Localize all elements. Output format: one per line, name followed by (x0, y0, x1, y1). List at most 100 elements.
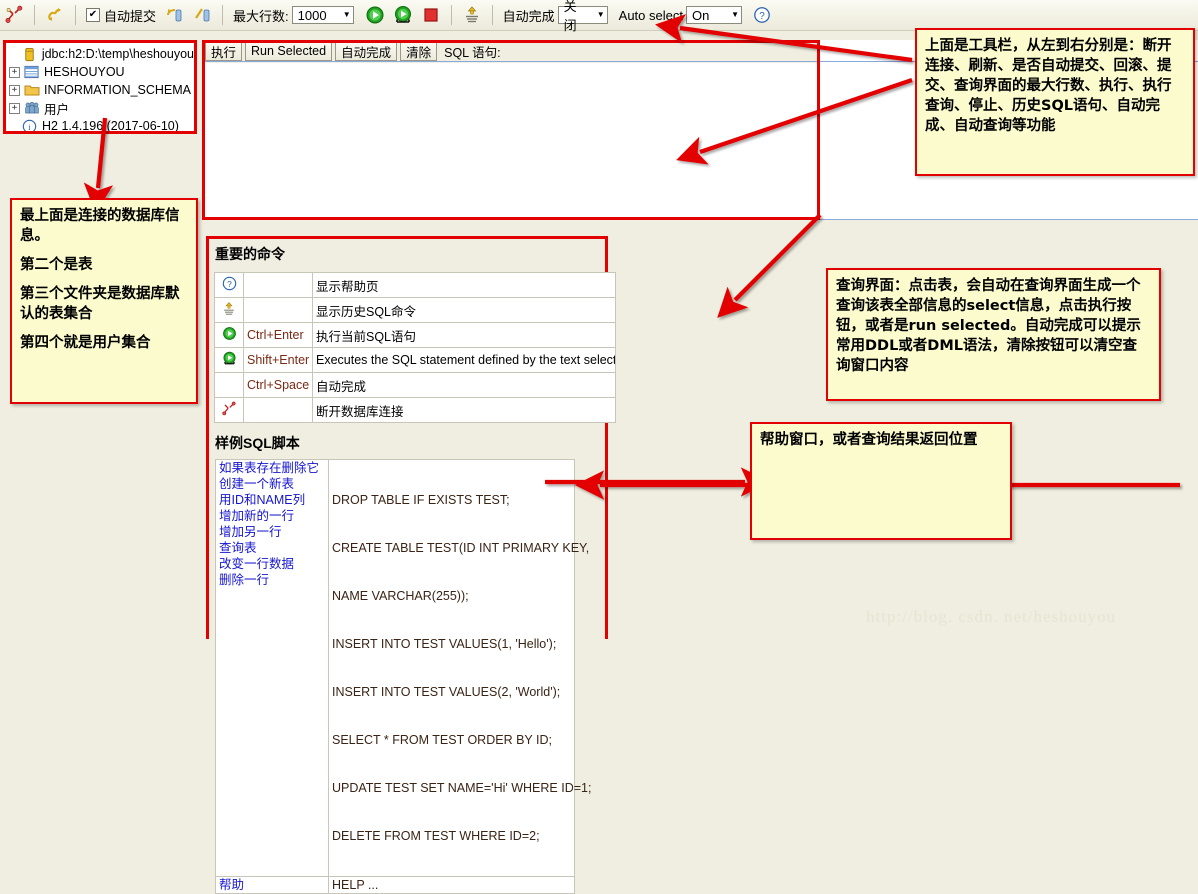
command-key-cell: Ctrl+Space (243, 372, 313, 398)
table-row[interactable]: Ctrl+Space 自动完成 (214, 372, 616, 398)
toolbar-separator (34, 5, 35, 25)
command-icon-cell (214, 297, 244, 323)
table-row[interactable]: Ctrl+Enter 执行当前SQL语句 (214, 322, 616, 348)
command-icon-cell (214, 347, 244, 373)
auto-select-select[interactable]: On ▼ (685, 6, 742, 24)
command-icon-cell (214, 322, 244, 348)
info-icon: i (22, 119, 38, 131)
commit-icon (192, 5, 212, 25)
table-row[interactable]: ? 显示帮助页 (214, 272, 616, 298)
max-rows-select[interactable]: 1000 ▼ (291, 6, 354, 24)
rollback-button[interactable] (160, 1, 188, 29)
stop-button[interactable] (417, 1, 445, 29)
users-icon (24, 101, 40, 116)
command-key-cell: Shift+Enter (243, 347, 313, 373)
toolbar-separator (222, 5, 224, 25)
tree-item-heshouyou[interactable]: + HESHOUYOU (9, 63, 194, 81)
command-key-cell: Ctrl+Enter (243, 322, 313, 348)
toolbar-separator (450, 5, 452, 25)
refresh-icon (45, 5, 65, 25)
rollback-icon (164, 5, 184, 25)
chevron-down-icon: ▼ (596, 10, 605, 19)
tree-item-label: jdbc:h2:D:\temp\heshouyou (41, 47, 194, 61)
sample-note-cell: 帮助 (215, 876, 329, 894)
run-icon (365, 5, 385, 25)
auto-commit-toggle[interactable]: ✔ 自动提交 (82, 1, 160, 29)
callout-query-text: 查询界面：点击表，会自动在查询界面生成一个查询该表全部信息的select信息，点… (836, 278, 1141, 374)
command-icon-cell: ? (214, 272, 244, 298)
auto-select-label: Auto select (618, 7, 683, 23)
sample-note: 创建一个新表 (219, 477, 295, 491)
autocomplete-select[interactable]: 关闭 ▼ (557, 0, 608, 33)
tree-item-information-schema[interactable]: + INFORMATION_SCHEMA (9, 81, 194, 99)
max-rows-value: 1000 (297, 7, 327, 23)
chevron-down-icon: ▼ (731, 10, 739, 19)
sample-sql-cell: DROP TABLE IF EXISTS TEST; CREATE TABLE … (328, 459, 592, 877)
history-icon (462, 5, 482, 25)
watermark: http://blog. csdn. net/heshouyou (866, 607, 1117, 626)
sample-sql-line: CREATE TABLE TEST(ID INT PRIMARY KEY, (332, 541, 590, 555)
sample-sql-line: INSERT INTO TEST VALUES(2, 'World'); (332, 685, 561, 699)
run-selected-button[interactable] (389, 1, 417, 29)
table-row[interactable]: Shift+Enter Executes the SQL statement d… (214, 347, 616, 373)
tree-item-label: HESHOUYOU (44, 65, 125, 79)
command-icon-cell (214, 372, 244, 398)
auto-commit-label: 自动提交 (104, 8, 157, 24)
command-desc-cell: 自动完成 (312, 372, 616, 398)
history-button[interactable] (458, 1, 486, 29)
expand-icon[interactable]: + (9, 84, 20, 96)
arrow-query (717, 213, 822, 318)
tree-item-users[interactable]: + 用户 (9, 99, 194, 117)
help-panel: 重要的命令 ? 显示帮助页 显示历史SQL命令 Ctrl+Enter 执行当前S… (206, 236, 616, 894)
command-desc-cell: 断开数据库连接 (312, 397, 616, 423)
callout-help: 帮助窗口，或者查询结果返回位置 (750, 422, 1012, 540)
autocomplete-value: 关闭 (563, 0, 577, 33)
help-button[interactable]: ? (749, 1, 775, 29)
disconnect-icon (4, 5, 24, 25)
tree-item-connection[interactable]: jdbc:h2:D:\temp\heshouyou (9, 45, 194, 63)
callout-help-text: 帮助窗口，或者查询结果返回位置 (760, 432, 978, 448)
autocomplete-group: 自动完成 关闭 ▼ (499, 0, 615, 33)
sample-sql-title: 样例SQL脚本 (215, 435, 300, 451)
sample-sql-line: DELETE FROM TEST WHERE ID=2; (332, 829, 540, 843)
callout-tree-line4: 第四个就是用户集合 (20, 335, 151, 351)
run-selected-icon (222, 351, 237, 369)
expand-icon[interactable]: + (9, 66, 20, 78)
svg-text:?: ? (227, 279, 232, 289)
folder-icon (24, 83, 40, 98)
database-tree-panel[interactable]: jdbc:h2:D:\temp\heshouyou + HESHOUYOU + … (3, 40, 197, 134)
table-icon (24, 65, 40, 80)
callout-query: 查询界面：点击表，会自动在查询界面生成一个查询该表全部信息的select信息，点… (826, 268, 1161, 401)
sample-sql-line: UPDATE TEST SET NAME='Hi' WHERE ID=1; (332, 781, 592, 795)
help-icon: ? (222, 276, 237, 294)
commit-button[interactable] (188, 1, 216, 29)
run-button[interactable] (361, 1, 389, 29)
table-row[interactable]: 断开数据库连接 (214, 397, 616, 423)
sample-note: 改变一行数据 (219, 557, 295, 571)
tree-item-label: H2 1.4.196 (2017-06-10) (42, 119, 179, 133)
refresh-button[interactable] (41, 1, 69, 29)
callout-toolbar-text: 上面是工具栏，从左到右分别是：断开连接、刷新、是否自动提交、回滚、提交、查询界面… (925, 38, 1172, 134)
max-rows-group: 最大行数: 1000 ▼ (229, 1, 361, 29)
callout-toolbar: 上面是工具栏，从左到右分别是：断开连接、刷新、是否自动提交、回滚、提交、查询界面… (915, 28, 1195, 176)
tree-item-label: INFORMATION_SCHEMA (44, 83, 191, 97)
svg-text:?: ? (759, 11, 765, 22)
table-row[interactable]: 显示历史SQL命令 (214, 297, 616, 323)
sample-note: 增加另一行 (219, 525, 282, 539)
help-icon: ? (753, 6, 771, 24)
expand-icon[interactable]: + (9, 102, 20, 114)
command-icon-cell (214, 397, 244, 423)
disconnect-button[interactable] (0, 1, 28, 29)
editor-highlight-box (202, 40, 820, 220)
sample-note: 如果表存在删除它 (219, 461, 320, 475)
sample-note: 删除一行 (219, 573, 270, 587)
command-desc-cell: 显示历史SQL命令 (312, 297, 616, 323)
auto-commit-checkbox[interactable]: ✔ (86, 8, 100, 22)
sample-note: 增加新的一行 (219, 509, 295, 523)
tree-item-label: 用户 (44, 102, 70, 117)
chevron-down-icon: ▼ (342, 10, 351, 19)
sample-sql-line: DROP TABLE IF EXISTS TEST; (332, 493, 510, 507)
table-row: 如果表存在删除它 创建一个新表 用ID和NAME列 增加新的一行 增加另一行 查… (215, 459, 592, 877)
run-selected-icon (393, 5, 413, 25)
command-desc-cell: 执行当前SQL语句 (312, 322, 616, 348)
